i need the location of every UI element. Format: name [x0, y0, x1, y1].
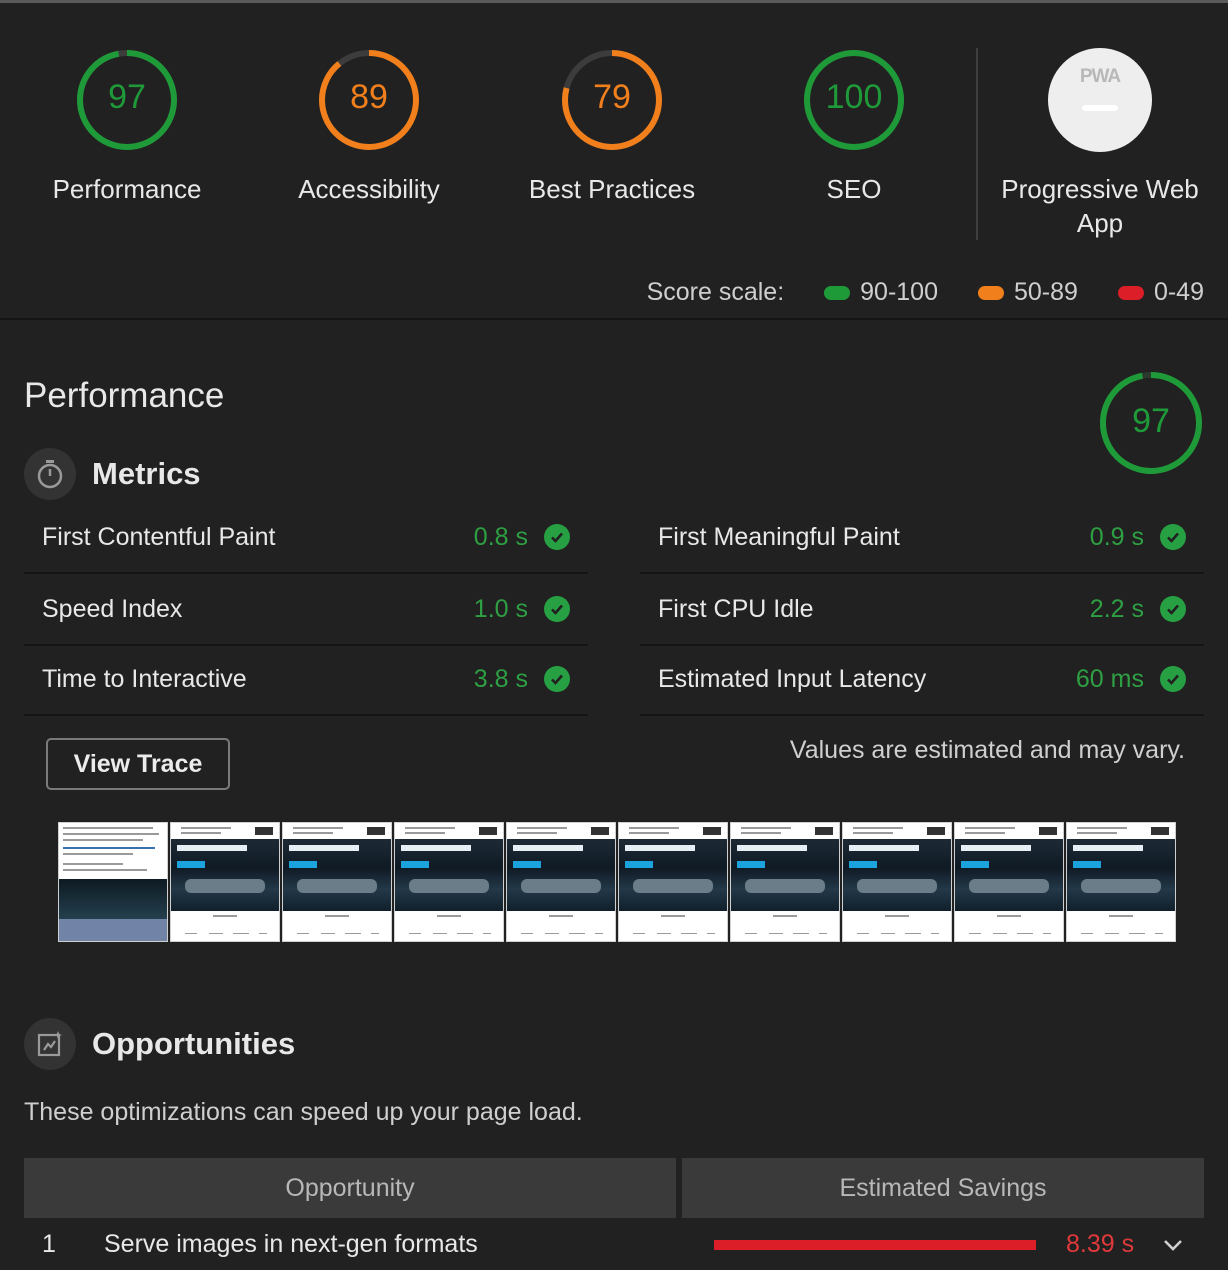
metric-value: 0.9 s: [1089, 522, 1144, 551]
view-trace-button[interactable]: View Trace: [46, 738, 230, 790]
metrics-heading: Metrics: [24, 448, 201, 500]
performance-section-gauge: 97: [1098, 370, 1204, 476]
gauge-pwa[interactable]: PWA Progressive Web App: [979, 48, 1221, 240]
gauge-label: Best Practices: [528, 174, 696, 204]
gauge-label: Progressive Web App: [1001, 174, 1199, 238]
gauge-seo[interactable]: 100 SEO: [733, 48, 975, 206]
metric-name: Speed Index: [42, 594, 183, 623]
pwa-dash: [1082, 105, 1118, 111]
pwa-badge-text: PWA: [1079, 66, 1121, 87]
filmstrip-frame: [282, 822, 392, 942]
column-header-savings: Estimated Savings: [682, 1158, 1204, 1218]
filmstrip-frame: [506, 822, 616, 942]
check-icon: [1160, 596, 1186, 622]
gauge-score: 79: [593, 78, 631, 116]
gauge-best-practices[interactable]: 79 Best Practices: [491, 48, 733, 206]
metric-name: First Meaningful Paint: [658, 522, 900, 551]
opportunity-row[interactable]: 1 Serve images in next-gen formats 8.39 …: [24, 1218, 1204, 1270]
savings-value: 8.39 s: [1066, 1230, 1135, 1258]
metric-value: 0.8 s: [473, 522, 528, 551]
pass-pill-icon: [824, 285, 851, 300]
opportunity-index: 1: [42, 1230, 56, 1258]
metric-row: First Meaningful Paint 0.9 s: [640, 502, 1204, 574]
gauge-label: Accessibility: [298, 174, 440, 204]
estimate-note: Values are estimated and may vary.: [789, 736, 1185, 764]
header-divider: [0, 318, 1228, 320]
pwa-badge-icon: PWA: [1048, 48, 1152, 152]
filmstrip-frame: [170, 822, 280, 942]
opportunities-title: Opportunities: [92, 1026, 296, 1061]
filmstrip-frame: [394, 822, 504, 942]
gauge-label: Performance: [52, 174, 202, 204]
gauge-performance[interactable]: 97 Performance: [6, 48, 248, 206]
chevron-down-icon[interactable]: [1160, 1232, 1186, 1258]
metric-value: 2.2 s: [1089, 594, 1144, 623]
metric-name: First Contentful Paint: [42, 522, 276, 551]
scale-range-average: 50-89: [1014, 278, 1078, 306]
check-icon: [1160, 666, 1186, 692]
metric-value: 3.8 s: [473, 664, 528, 693]
metrics-title: Metrics: [92, 456, 201, 491]
top-border: [0, 0, 1228, 3]
metric-row: First CPU Idle 2.2 s: [640, 574, 1204, 646]
metric-row: Speed Index 1.0 s: [24, 574, 588, 646]
stopwatch-icon: [24, 448, 76, 500]
metric-value: 1.0 s: [473, 594, 528, 623]
filmstrip-frame: [1066, 822, 1176, 942]
check-icon: [544, 596, 570, 622]
opportunity-icon: [24, 1018, 76, 1070]
check-icon: [1160, 524, 1186, 550]
filmstrip-frame: [954, 822, 1064, 942]
gauge-accessibility[interactable]: 89 Accessibility: [248, 48, 490, 206]
score-scale-label: Score scale:: [646, 278, 785, 306]
gauge-label: SEO: [826, 174, 882, 204]
metric-row: First Contentful Paint 0.8 s: [24, 502, 588, 574]
metric-name: First CPU Idle: [658, 594, 814, 623]
savings-bar: [714, 1240, 1036, 1250]
filmstrip-frame: [58, 822, 168, 942]
metric-name: Time to Interactive: [42, 664, 247, 693]
fail-pill-icon: [1117, 285, 1144, 300]
gauge-score: 89: [350, 78, 388, 116]
average-pill-icon: [978, 285, 1004, 300]
metric-row: Time to Interactive 3.8 s: [24, 644, 588, 716]
gauge-score: 97: [108, 78, 146, 116]
check-icon: [544, 666, 570, 692]
filmstrip-frame: [842, 822, 952, 942]
opportunities-heading: Opportunities: [24, 1018, 295, 1070]
scale-range-fail: 0-49: [1153, 278, 1204, 306]
score-scale: Score scale: 90-100 50-89 0-49: [647, 278, 1204, 307]
filmstrip: [58, 822, 1178, 942]
column-header-opportunity: Opportunity: [24, 1158, 676, 1218]
performance-section-score: 97: [1132, 402, 1170, 440]
check-icon: [544, 524, 570, 550]
scale-range-pass: 90-100: [860, 278, 938, 306]
metric-row: Estimated Input Latency 60 ms: [640, 644, 1204, 716]
opportunities-description: These optimizations can speed up your pa…: [24, 1098, 583, 1126]
section-title: Performance: [24, 376, 225, 415]
metric-value: 60 ms: [1075, 664, 1144, 693]
metric-name: Estimated Input Latency: [658, 664, 927, 693]
gauge-score: 100: [825, 78, 883, 116]
opportunity-name: Serve images in next-gen formats: [104, 1230, 478, 1258]
filmstrip-frame: [618, 822, 728, 942]
gauge-divider: [976, 48, 978, 240]
filmstrip-frame: [730, 822, 840, 942]
